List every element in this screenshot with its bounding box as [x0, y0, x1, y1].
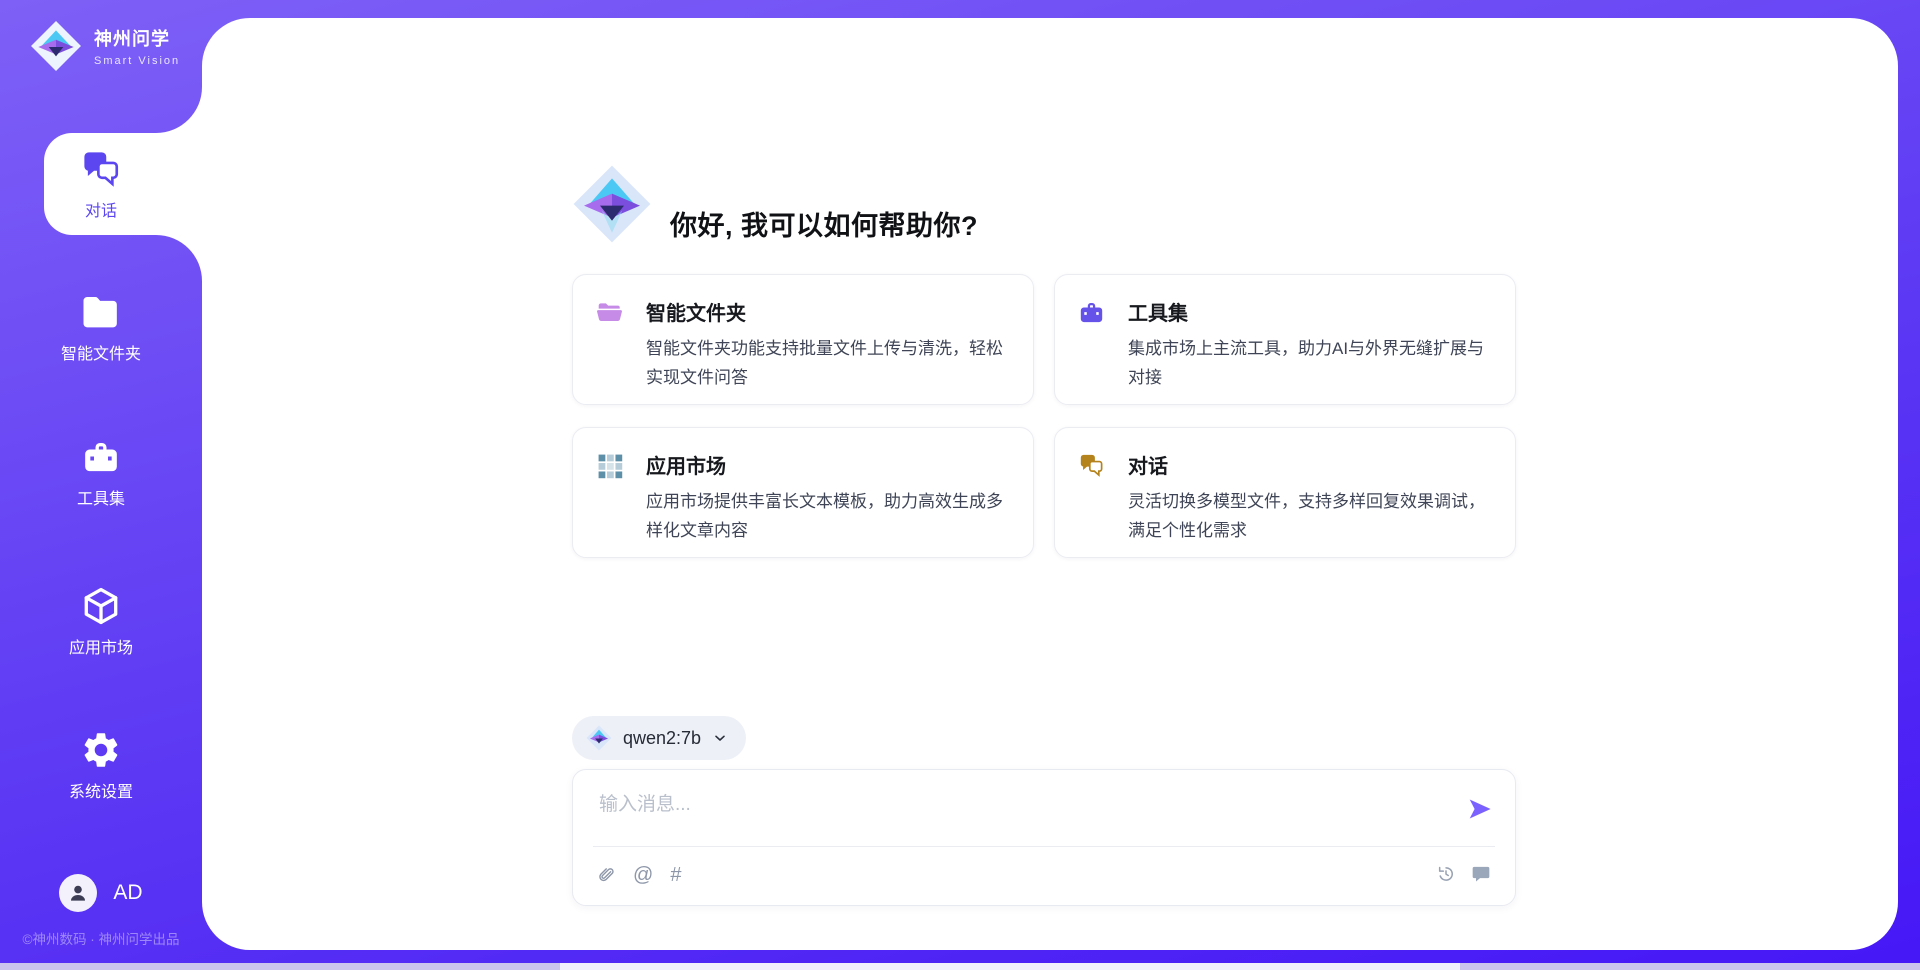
history-icon[interactable]: [1436, 864, 1456, 884]
user-profile[interactable]: AD: [0, 874, 202, 912]
folder-icon: [81, 291, 121, 333]
card-description: 集成市场上主流工具，助力AI与外界无缝扩展与对接: [1128, 334, 1493, 392]
cube-icon: [80, 585, 122, 627]
tab-fillet-bottom: [156, 235, 202, 281]
brand-name: 神州问学: [94, 25, 180, 51]
card-title: 应用市场: [646, 450, 1011, 479]
sidebar-item-label: 系统设置: [69, 778, 133, 802]
sidebar-item-label: 工具集: [77, 485, 125, 509]
chat-icon: [1078, 452, 1105, 479]
card-description: 应用市场提供丰富长文本模板，助力高效生成多样化文章内容: [646, 487, 1011, 545]
sidebar-item-chat[interactable]: 对话: [0, 148, 202, 221]
hero-logo-icon: [572, 164, 652, 244]
card-app-market[interactable]: 应用市场 应用市场提供丰富长文本模板，助力高效生成多样化文章内容: [572, 427, 1034, 558]
app-root: 神州问学 Smart Vision 对话: [0, 0, 1920, 970]
brand-logo-icon: [30, 20, 82, 72]
composer-divider: [593, 846, 1495, 847]
card-description: 灵活切换多模型文件，支持多样回复效果调试，满足个性化需求: [1128, 487, 1493, 545]
feature-cards: 智能文件夹 智能文件夹功能支持批量文件上传与清洗，轻松实现文件问答 工具集 集成…: [572, 274, 1516, 558]
composer-tools-left: @ #: [597, 864, 681, 886]
composer: @ #: [572, 769, 1516, 906]
horizontal-scrollbar[interactable]: [0, 963, 1920, 970]
user-initials: AD: [113, 881, 142, 905]
toolbox-icon: [1078, 299, 1105, 326]
card-chat[interactable]: 对话 灵活切换多模型文件，支持多样回复效果调试，满足个性化需求: [1054, 427, 1516, 558]
card-smart-folder[interactable]: 智能文件夹 智能文件夹功能支持批量文件上传与清洗，轻松实现文件问答: [572, 274, 1034, 405]
greeting-title: 你好, 我可以如何帮助你?: [670, 204, 978, 243]
avatar: [59, 874, 97, 912]
tab-fillet-top: [156, 87, 202, 133]
card-description: 智能文件夹功能支持批量文件上传与清洗，轻松实现文件问答: [646, 334, 1011, 392]
model-logo-icon: [586, 725, 612, 751]
main-panel: 你好, 我可以如何帮助你? 智能文件夹 智能文件夹功能支持批量文件上传与清洗，轻…: [202, 18, 1898, 950]
gear-icon: [80, 729, 122, 771]
mention-icon[interactable]: @: [633, 864, 653, 886]
sidebar-item-smart-folder[interactable]: 智能文件夹: [0, 291, 202, 364]
send-button[interactable]: [1467, 796, 1493, 822]
sidebar: 神州问学 Smart Vision 对话: [0, 0, 202, 970]
send-icon: [1467, 796, 1493, 822]
scrollbar-thumb[interactable]: [560, 963, 1460, 970]
brand-subtitle: Smart Vision: [94, 55, 180, 67]
message-input[interactable]: [597, 787, 1447, 837]
card-toolbox[interactable]: 工具集 集成市场上主流工具，助力AI与外界无缝扩展与对接: [1054, 274, 1516, 405]
sidebar-item-label: 智能文件夹: [61, 340, 141, 364]
sidebar-footer: ©神州数码 · 神州问学出品: [0, 928, 202, 948]
model-name: qwen2:7b: [623, 728, 701, 749]
folder-open-icon: [596, 299, 623, 326]
composer-tools-right: [1436, 864, 1491, 884]
topic-icon[interactable]: #: [670, 864, 681, 886]
sidebar-item-toolbox[interactable]: 工具集: [0, 436, 202, 509]
card-title: 对话: [1128, 450, 1493, 479]
sidebar-item-label: 应用市场: [69, 634, 133, 658]
card-title: 智能文件夹: [646, 297, 1011, 326]
model-selector[interactable]: qwen2:7b: [572, 716, 746, 760]
chat-icon: [80, 148, 122, 190]
grid-icon: [596, 452, 623, 479]
brand: 神州问学 Smart Vision: [30, 20, 180, 72]
attach-icon[interactable]: [597, 865, 616, 886]
feedback-icon[interactable]: [1471, 864, 1491, 884]
chevron-down-icon: [712, 730, 728, 746]
person-icon: [66, 881, 90, 905]
sidebar-item-app-market[interactable]: 应用市场: [0, 585, 202, 658]
sidebar-item-settings[interactable]: 系统设置: [0, 729, 202, 802]
toolbox-icon: [81, 436, 121, 478]
card-title: 工具集: [1128, 297, 1493, 326]
sidebar-item-label: 对话: [85, 197, 117, 221]
